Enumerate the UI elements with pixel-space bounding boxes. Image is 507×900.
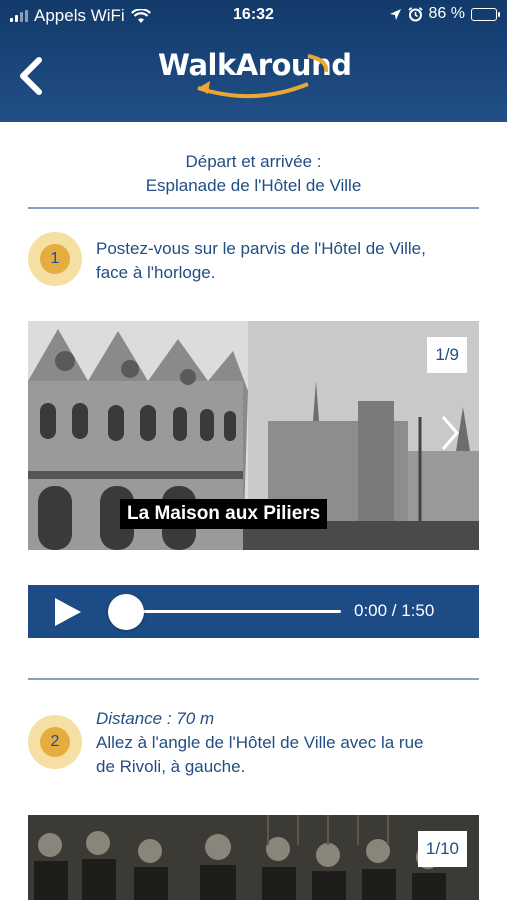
logo-arrow-icon [197, 54, 329, 99]
gallery-counter: 1/9 [427, 337, 467, 373]
status-right: 86 % [389, 5, 500, 23]
departure-place: Esplanade de l'Hôtel de Ville [145, 176, 362, 195]
next-image-chevron-icon[interactable] [439, 413, 461, 453]
audio-scrubber-knob[interactable] [108, 594, 144, 630]
battery-percent: 86 % [428, 5, 465, 22]
step-number: 2 [40, 727, 70, 757]
gallery-counter: 1/10 [417, 831, 467, 867]
alarm-icon [407, 6, 423, 21]
gallery-image [28, 815, 479, 900]
play-icon[interactable] [53, 597, 83, 627]
instruction-line: de Rivoli, à gauche. [96, 757, 246, 776]
step-instruction: Distance : 70 m Allez à l'angle de l'Hôt… [96, 707, 486, 779]
departure-label: Départ et arrivée : [185, 152, 322, 171]
departure-info: Départ et arrivée : Esplanade de l'Hôtel… [0, 150, 507, 198]
instruction-line: face à l'horloge. [96, 263, 216, 282]
step-distance: Distance : 70 m [96, 709, 215, 728]
app-header: Appels WiFi 16:32 86 % WalkAround [0, 0, 507, 122]
step-badge: 1 [28, 232, 82, 286]
back-chevron-icon[interactable] [14, 54, 48, 98]
step-badge: 2 [28, 715, 82, 769]
step-number: 1 [40, 244, 70, 274]
image-gallery[interactable]: 1/9 La Maison aux Piliers [28, 321, 479, 550]
battery-icon [471, 7, 500, 21]
step-instruction: Postez-vous sur le parvis de l'Hôtel de … [96, 237, 486, 285]
audio-player: 0:00 / 1:50 [28, 585, 479, 638]
divider [28, 678, 479, 680]
location-arrow-icon [389, 8, 401, 20]
image-caption: La Maison aux Piliers [120, 499, 328, 529]
instruction-line: Allez à l'angle de l'Hôtel de Ville avec… [96, 733, 424, 752]
walkaround-logo: WalkAround [158, 48, 352, 104]
image-gallery[interactable]: 1/10 [28, 815, 479, 900]
instruction-line: Postez-vous sur le parvis de l'Hôtel de … [96, 239, 426, 258]
audio-time: 0:00 / 1:50 [354, 601, 435, 620]
status-bar: Appels WiFi 16:32 86 % [0, 0, 507, 32]
divider [28, 207, 479, 209]
audio-progress-track[interactable] [124, 610, 341, 613]
